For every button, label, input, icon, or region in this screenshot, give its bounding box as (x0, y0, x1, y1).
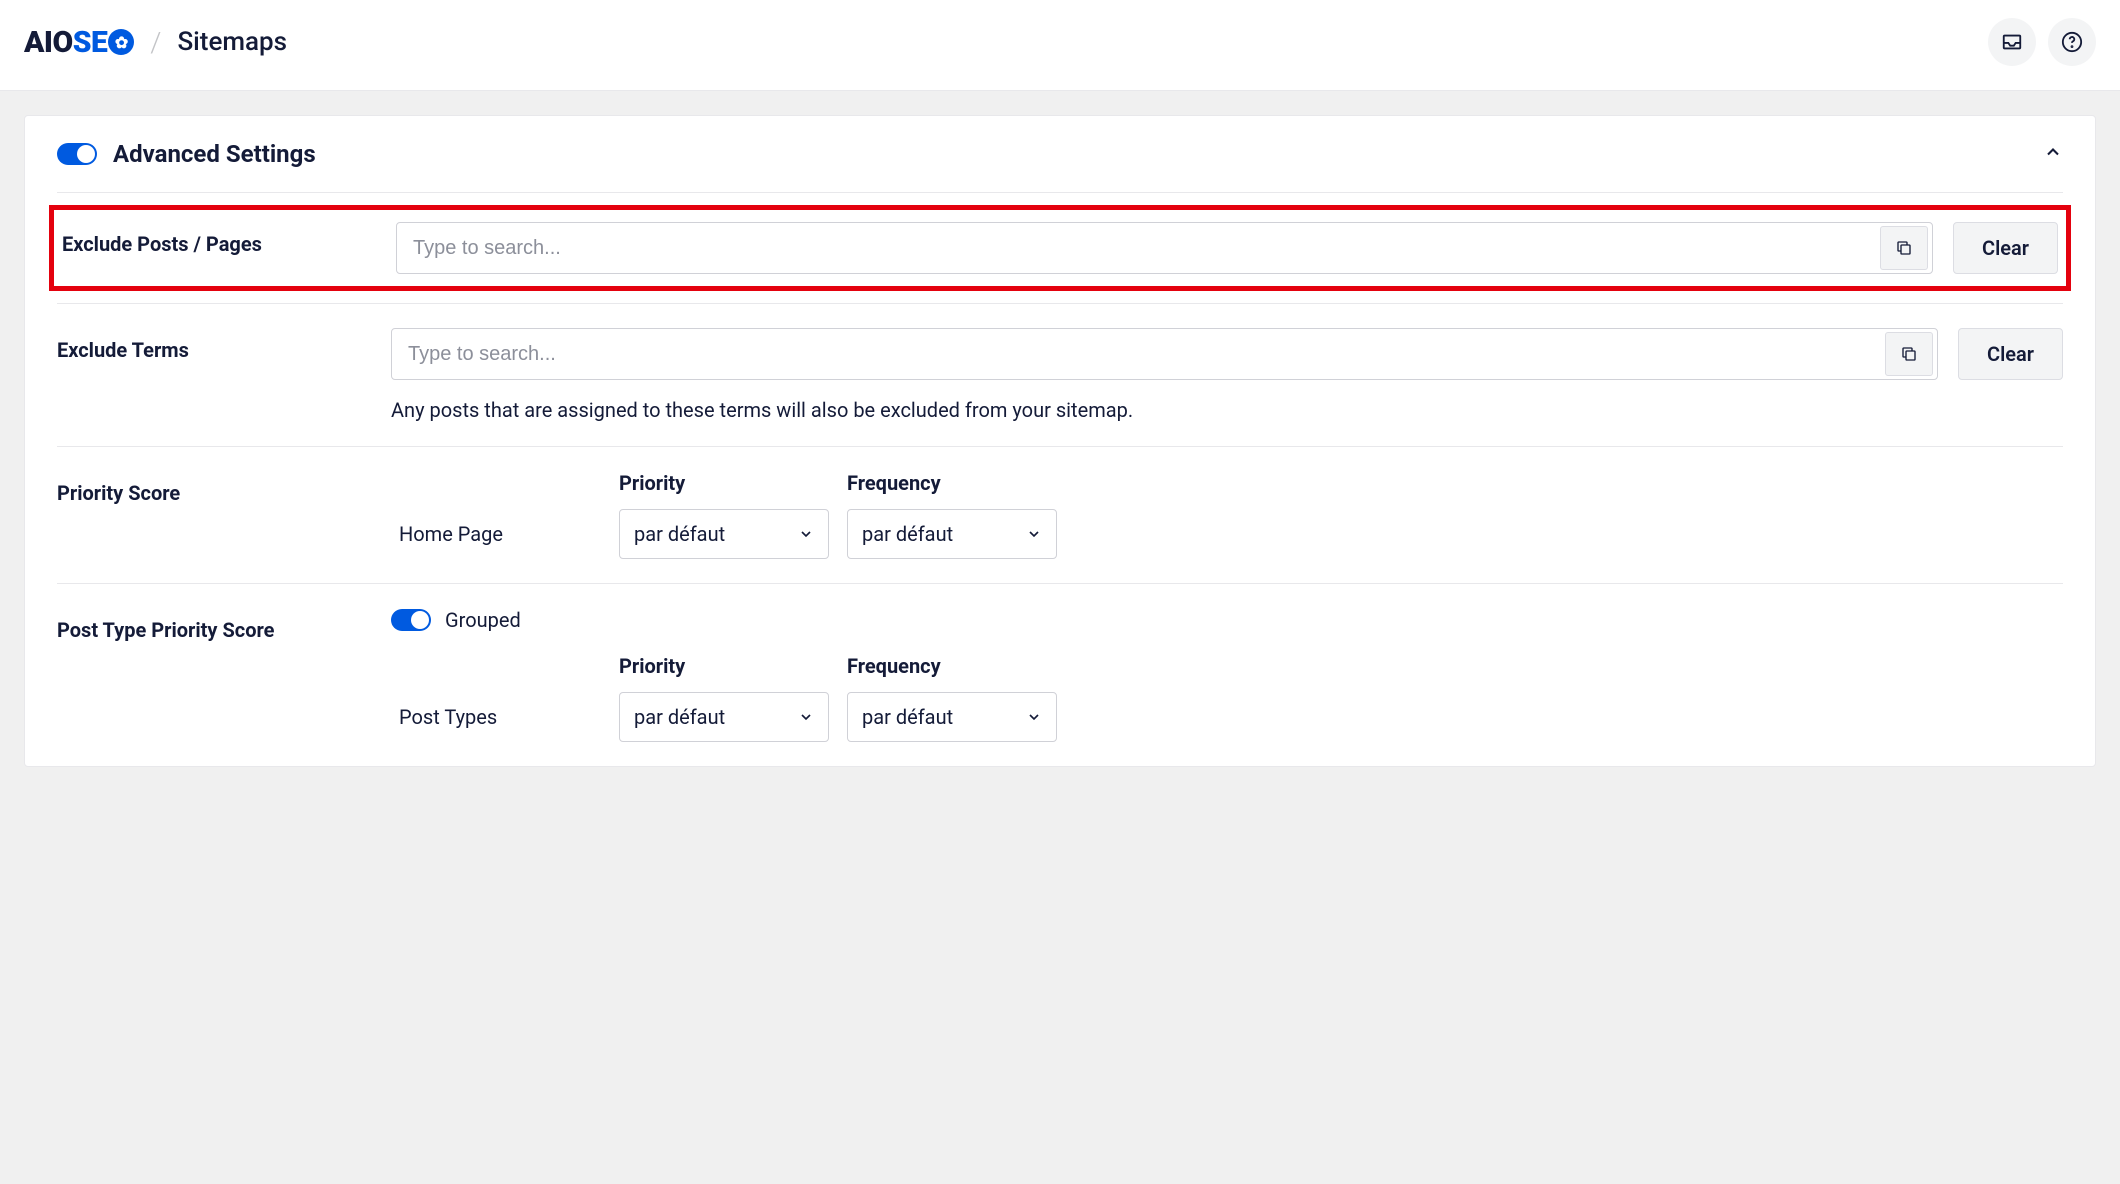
help-button[interactable] (2048, 18, 2096, 66)
posttypes-frequency-value: par défaut (862, 705, 953, 729)
inbox-button[interactable] (1988, 18, 2036, 66)
exclude-posts-clear-button[interactable]: Clear (1953, 222, 2058, 274)
exclude-terms-content: Clear Any posts that are assigned to the… (391, 328, 2063, 422)
priority-score-row: Priority Score Priority Frequency Home P… (25, 447, 2095, 583)
copy-icon (1900, 345, 1918, 363)
priority-header-spacer (391, 471, 601, 495)
priority-score-content: Priority Frequency Home Page par défaut … (391, 471, 2063, 559)
exclude-terms-hint: Any posts that are assigned to these ter… (391, 398, 2063, 422)
card-header-left: Advanced Settings (57, 140, 316, 168)
grouped-toggle[interactable] (391, 609, 431, 631)
exclude-terms-row: Exclude Terms Clear Any posts that are a… (25, 304, 2095, 446)
exclude-terms-search-wrap (391, 328, 1938, 380)
post-type-header-spacer (391, 654, 601, 678)
page-title: Sitemaps (177, 27, 287, 57)
homepage-frequency-value: par défaut (862, 522, 953, 546)
exclude-terms-label: Exclude Terms (57, 328, 367, 362)
priority-row-homepage: Home Page par défaut par défaut (391, 509, 2063, 559)
homepage-priority-value: par défaut (634, 522, 725, 546)
exclude-terms-controls: Clear (391, 328, 2063, 380)
grouped-toggle-row: Grouped (391, 608, 2063, 632)
post-type-priority-table: Priority Frequency Post Types par défaut… (391, 654, 2063, 742)
advanced-settings-card: Advanced Settings Exclude Posts / Pages (24, 115, 2096, 767)
exclude-posts-copy-button[interactable] (1880, 226, 1928, 270)
posttypes-frequency-select[interactable]: par défaut (847, 692, 1057, 742)
posttypes-priority-value: par défaut (634, 705, 725, 729)
logo-text-aio: AIO (24, 25, 73, 60)
priority-header-priority: Priority (619, 471, 829, 495)
logo-text-se: SE (73, 25, 108, 60)
top-bar-right (1988, 18, 2096, 66)
homepage-priority-select[interactable]: par défaut (619, 509, 829, 559)
exclude-posts-search-wrap (396, 222, 1933, 274)
grouped-label: Grouped (445, 608, 521, 632)
post-type-priority-label: Post Type Priority Score (57, 608, 367, 642)
highlight-annotation: Exclude Posts / Pages Clear (49, 205, 2071, 291)
chevron-down-icon (798, 709, 814, 725)
help-icon (2061, 31, 2083, 53)
post-type-rowlabel: Post Types (391, 705, 601, 729)
top-bar: AIOSE ✿ / Sitemaps (0, 0, 2120, 91)
exclude-terms-clear-button[interactable]: Clear (1958, 328, 2063, 380)
exclude-terms-copy-button[interactable] (1885, 332, 1933, 376)
exclude-posts-controls: Clear (396, 222, 2058, 274)
card-header[interactable]: Advanced Settings (25, 116, 2095, 192)
chevron-up-icon (2043, 142, 2063, 162)
post-type-priority-headers: Priority Frequency (391, 654, 2063, 678)
exclude-posts-row: Exclude Posts / Pages Clear (25, 193, 2095, 303)
collapse-button[interactable] (2043, 142, 2063, 166)
post-type-header-priority: Priority (619, 654, 829, 678)
post-type-priority-content: Grouped Priority Frequency Post Types pa… (391, 608, 2063, 742)
top-bar-left: AIOSE ✿ / Sitemaps (24, 25, 287, 60)
exclude-posts-label: Exclude Posts / Pages (62, 222, 372, 256)
exclude-terms-search-input[interactable] (408, 343, 1885, 366)
homepage-frequency-select[interactable]: par défaut (847, 509, 1057, 559)
post-type-priority-row: Post Type Priority Score Grouped Priorit… (25, 584, 2095, 766)
exclude-posts-content: Clear (396, 222, 2058, 274)
priority-headers: Priority Frequency (391, 471, 2063, 495)
chevron-down-icon (798, 526, 814, 542)
content-area: Advanced Settings Exclude Posts / Pages (0, 91, 2120, 791)
priority-rowlabel-homepage: Home Page (391, 522, 601, 546)
card-title: Advanced Settings (113, 140, 316, 168)
post-type-row-posttypes: Post Types par défaut par défaut (391, 692, 2063, 742)
copy-icon (1895, 239, 1913, 257)
aioseo-logo: AIOSE ✿ (24, 25, 134, 60)
gear-icon: ✿ (115, 33, 128, 52)
logo-gear-circle: ✿ (108, 29, 134, 55)
breadcrumb-separator: / (150, 26, 161, 59)
exclude-posts-search-input[interactable] (413, 237, 1880, 260)
advanced-settings-toggle[interactable] (57, 143, 97, 165)
priority-table: Priority Frequency Home Page par défaut … (391, 471, 2063, 559)
chevron-down-icon (1026, 709, 1042, 725)
priority-header-frequency: Frequency (847, 471, 1057, 495)
post-type-header-frequency: Frequency (847, 654, 1057, 678)
priority-score-label: Priority Score (57, 471, 367, 505)
chevron-down-icon (1026, 526, 1042, 542)
posttypes-priority-select[interactable]: par défaut (619, 692, 829, 742)
inbox-icon (2001, 31, 2023, 53)
